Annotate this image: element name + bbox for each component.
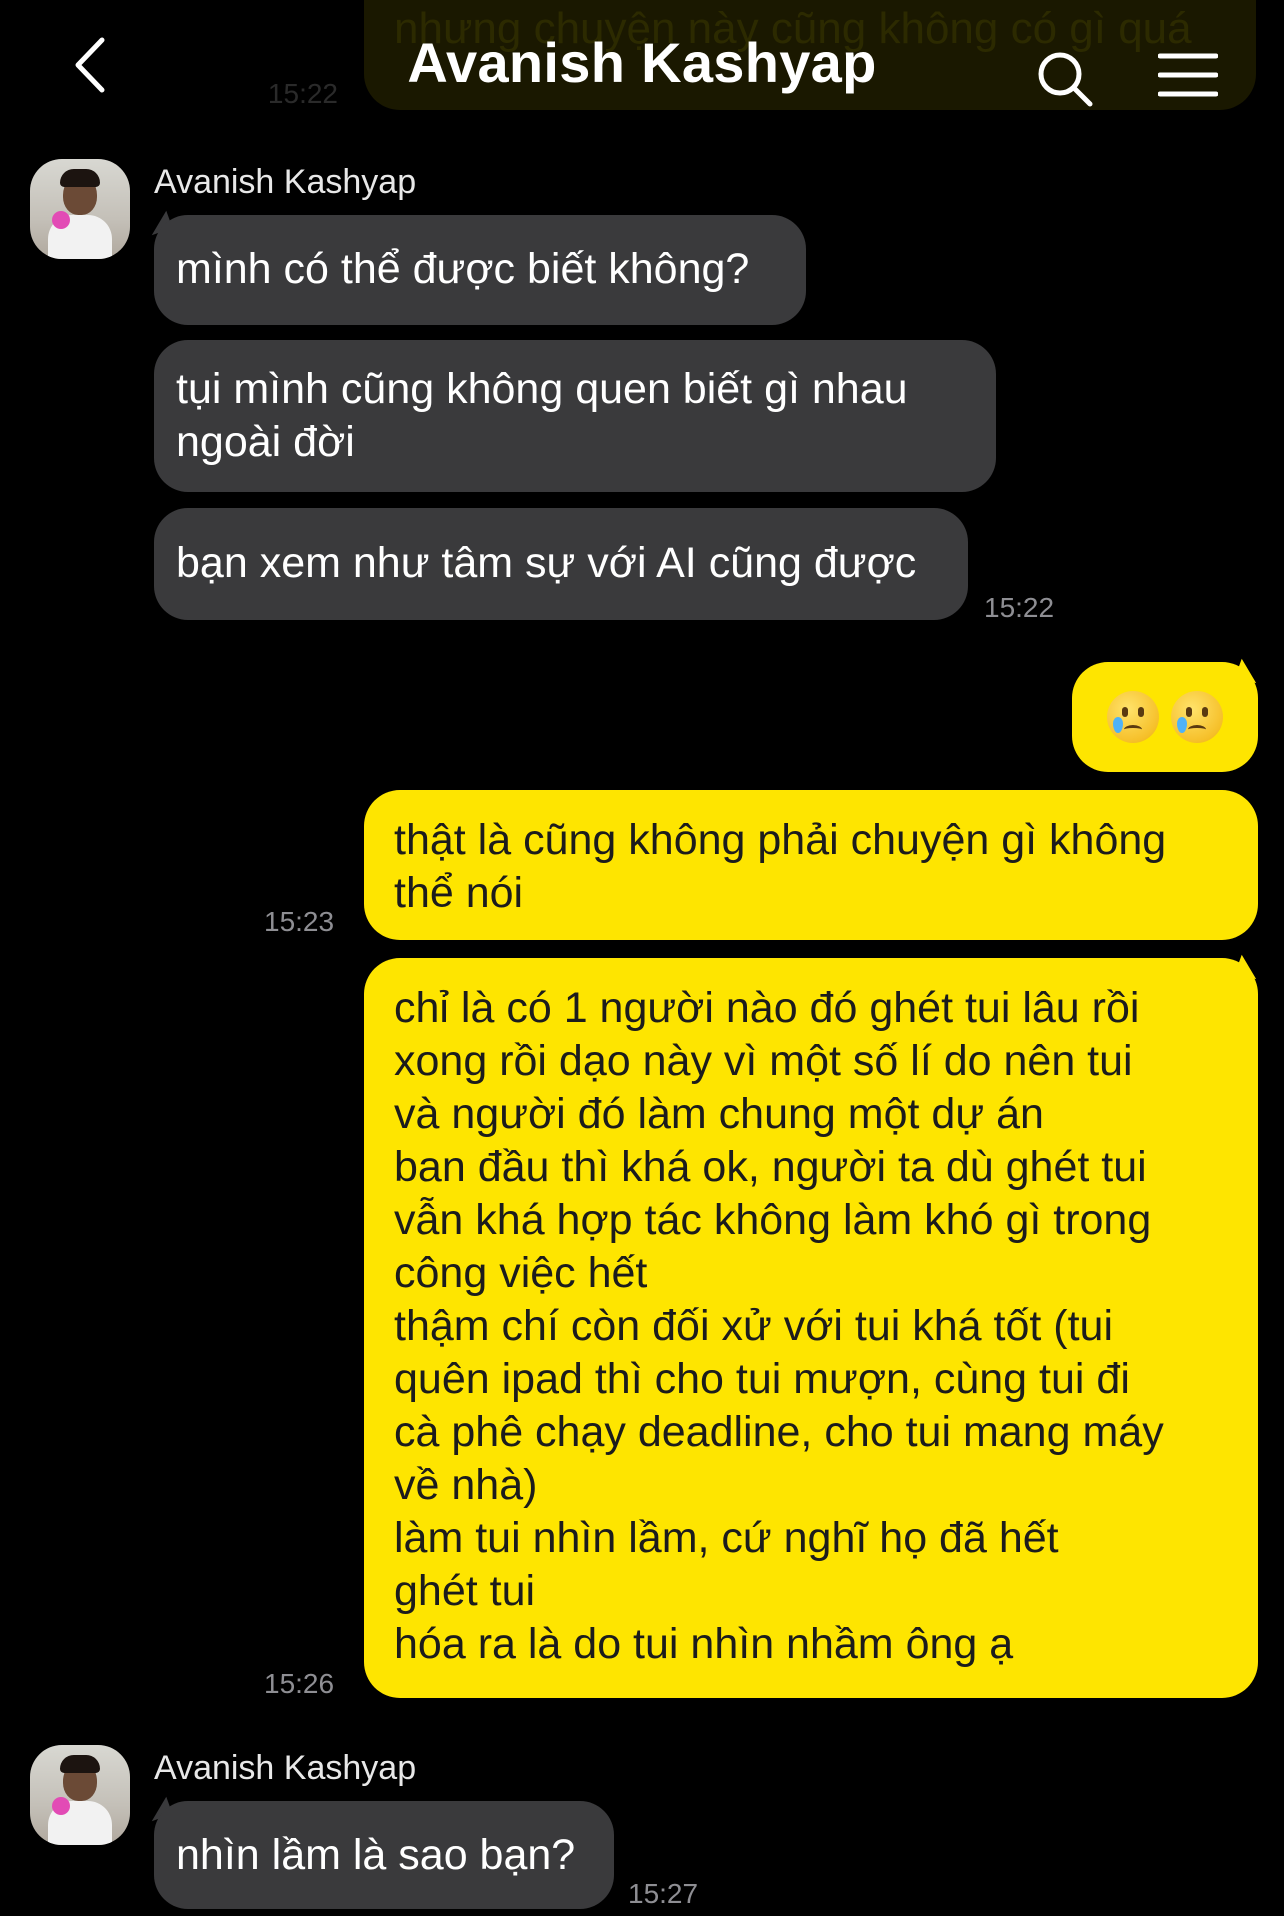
crying-face-icon (1171, 691, 1223, 743)
sender-name: Avanish Kashyap (154, 163, 417, 201)
chat-header: Avanish Kashyap (0, 0, 1284, 132)
incoming-message-bubble[interactable]: bạn xem như tâm sự với AI cũng được (154, 508, 968, 620)
message-timestamp: 15:27 (628, 1878, 699, 1909)
outgoing-emoji-bubble[interactable] (1072, 662, 1258, 772)
outgoing-message-bubble[interactable]: thật là cũng không phải chuyện gì không … (364, 790, 1258, 940)
message-timestamp: 15:26 (264, 1668, 335, 1699)
sender-name: Avanish Kashyap (154, 1749, 417, 1787)
search-icon (1038, 52, 1093, 107)
search-button[interactable] (1034, 48, 1096, 110)
incoming-message-bubble[interactable]: nhìn lầm là sao bạn? (154, 1801, 614, 1909)
message-timestamp: 15:23 (264, 906, 335, 937)
hamburger-menu-icon (1157, 53, 1219, 97)
incoming-message-bubble[interactable]: mình có thể được biết không? (154, 215, 806, 325)
outgoing-message-bubble[interactable]: chỉ là có 1 người nào đó ghét tui lâu rồ… (364, 958, 1258, 1698)
menu-button[interactable] (1157, 52, 1219, 98)
crying-face-icon (1107, 691, 1159, 743)
message-timestamp: 15:22 (984, 592, 1055, 623)
sender-avatar[interactable] (30, 159, 130, 259)
sender-avatar[interactable] (30, 1745, 130, 1845)
incoming-message-bubble[interactable]: tụi mình cũng không quen biết gì nhau ng… (154, 340, 996, 492)
